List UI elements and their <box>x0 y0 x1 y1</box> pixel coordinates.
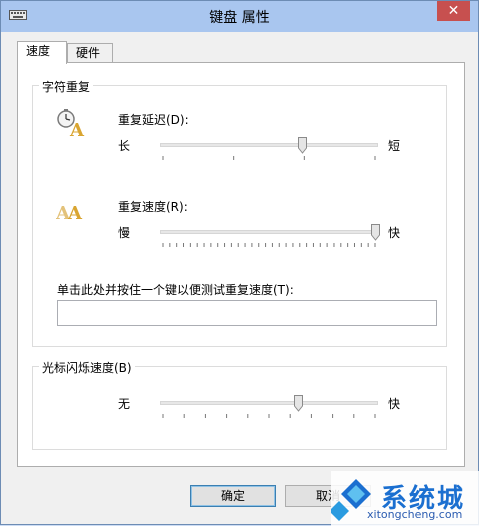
slider-track[interactable] <box>160 401 378 405</box>
svg-text:A: A <box>67 203 83 223</box>
slider-ticks <box>162 414 376 418</box>
repeat-rate-min-label: 慢 <box>118 226 131 240</box>
tab-speed[interactable]: 速度 <box>17 41 67 64</box>
keyboard-properties-window: 键盘 属性 ✕ 速度 硬件 字符重复 A 重复延迟(D): 长 短 A A 重复… <box>0 0 479 526</box>
slider-ticks <box>162 243 376 247</box>
group-title-cursor-blink: 光标闪烁速度(B) <box>39 359 135 376</box>
repeat-rate-icon: A A <box>56 203 83 223</box>
ok-button[interactable]: 确定 <box>190 485 276 507</box>
slider-thumb[interactable] <box>298 137 308 154</box>
close-button[interactable]: ✕ <box>437 1 470 21</box>
repeat-rate-label: 重复速度(R): <box>118 200 188 214</box>
close-icon: ✕ <box>447 3 460 19</box>
test-field-label: 单击此处并按住一个键以便测试重复速度(T): <box>57 283 294 297</box>
speed-panel: 字符重复 A 重复延迟(D): 长 短 A A 重复速度(R): 慢 快 单击此… <box>17 62 465 467</box>
repeat-delay-label: 重复延迟(D): <box>118 113 189 127</box>
group-title-character-repeat: 字符重复 <box>39 78 94 95</box>
cursor-icon <box>75 390 77 410</box>
tab-hardware[interactable]: 硬件 <box>67 43 113 63</box>
repeat-test-input[interactable] <box>57 300 437 326</box>
slider-track[interactable] <box>160 143 378 147</box>
repeat-delay-icon: A <box>57 109 85 138</box>
cursor-blink-min-label: 无 <box>118 397 131 411</box>
svg-text:A: A <box>69 120 85 138</box>
slider-thumb[interactable] <box>294 395 304 412</box>
cursor-blink-max-label: 快 <box>388 397 401 411</box>
repeat-delay-slider[interactable] <box>160 137 378 167</box>
watermark-url: xitongcheng.com <box>367 508 463 521</box>
cursor-blink-slider[interactable] <box>160 395 378 425</box>
slider-thumb[interactable] <box>370 224 380 241</box>
slider-ticks <box>162 156 376 160</box>
repeat-delay-min-label: 长 <box>118 139 131 153</box>
window-title: 键盘 属性 <box>209 10 270 26</box>
repeat-rate-slider[interactable] <box>160 224 380 254</box>
slider-track[interactable] <box>160 230 378 234</box>
repeat-rate-max-label: 快 <box>388 226 401 240</box>
repeat-delay-max-label: 短 <box>388 139 401 153</box>
title-bar[interactable]: 键盘 属性 ✕ <box>1 1 478 32</box>
